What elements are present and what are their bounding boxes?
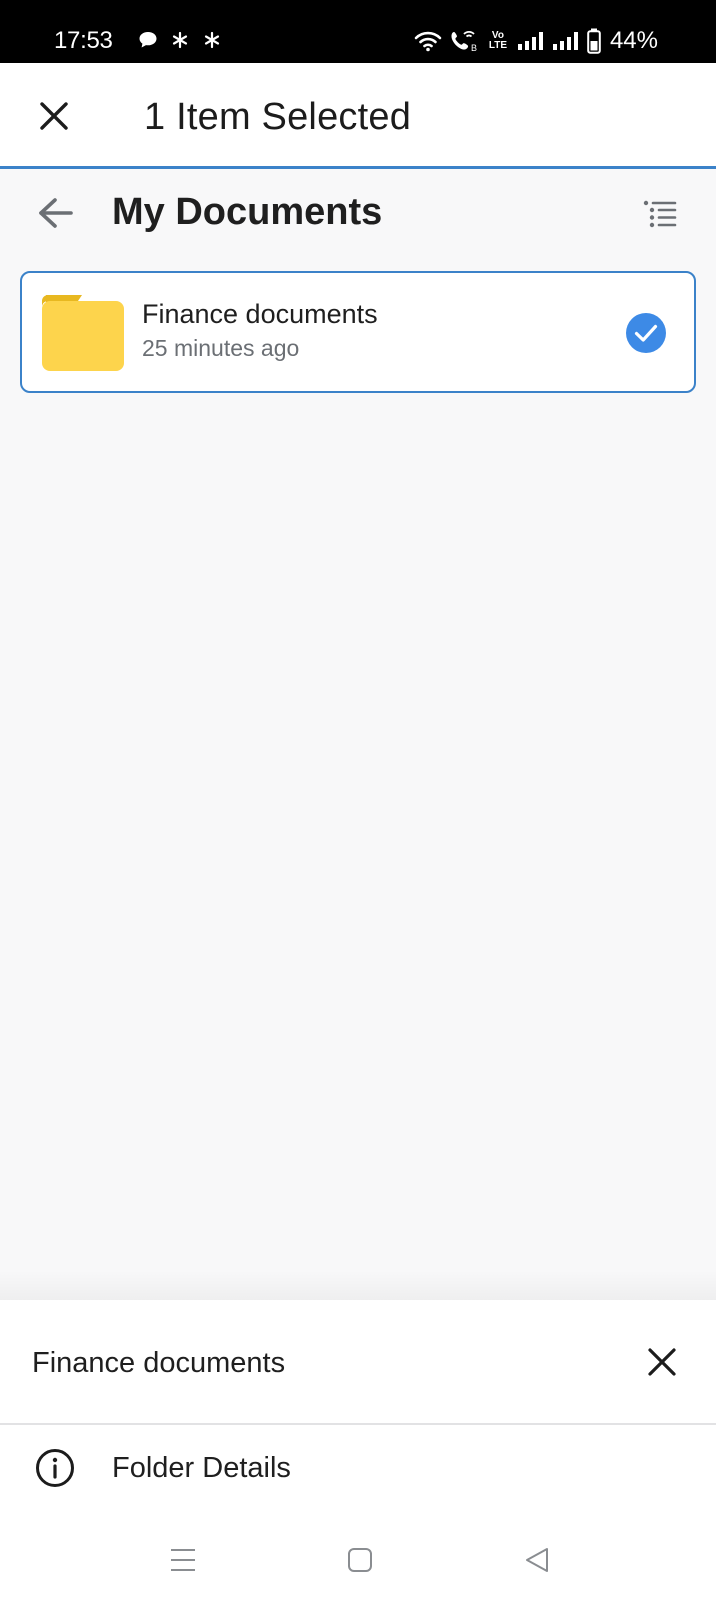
list-view-toggle-button[interactable] [640,197,680,231]
folder-name: Finance documents [142,299,378,329]
status-notification-icons [138,30,222,50]
list-item-folder[interactable]: Finance documents 25 minutes ago [20,271,696,393]
close-icon [40,102,68,130]
battery-percentage: 44% [609,27,658,54]
folder-details-label: Folder Details [112,1452,291,1484]
folder-details-option[interactable]: Folder Details [0,1426,716,1506]
close-selection-button[interactable] [34,96,74,136]
chat-bubble-icon [139,32,157,48]
selected-checkmark-icon[interactable] [626,313,666,353]
wifi-icon [414,31,442,52]
status-system-icons: B Vo LTE 44% [414,26,658,56]
close-sheet-button[interactable] [640,1340,684,1384]
divider [0,1423,716,1425]
folder-title: My Documents [112,191,383,233]
system-nav-bar [0,1520,716,1600]
info-icon [36,1449,74,1487]
selection-count-title: 1 Item Selected [144,96,412,138]
square-home-icon [348,1548,372,1572]
battery-icon [587,28,601,54]
folder-modified-time: 25 minutes ago [142,335,300,361]
recent-apps-button[interactable] [161,1538,205,1582]
wifi-calling-icon: B [451,31,477,53]
bottom-sheet-title: Finance documents [32,1347,286,1379]
close-icon [648,1348,676,1376]
asterisk-icon [204,31,220,49]
selection-header: 1 Item Selected [0,63,716,169]
menu-lines-icon [171,1549,195,1571]
triangle-back-icon [526,1548,548,1572]
bottom-sheet-shadow [0,1270,716,1300]
signal-strength-icon [517,32,543,50]
arrow-back-icon [39,198,73,228]
asterisk-icon [172,31,188,49]
system-back-button[interactable] [515,1538,559,1582]
volte-indicator: Vo LTE [488,30,508,51]
status-bar: 17:53 B Vo LTE 44% [0,0,716,63]
list-view-icon [643,200,677,228]
folder-icon [42,295,124,371]
svg-text:B: B [471,43,477,53]
signal-strength-icon [552,32,578,50]
home-button[interactable] [338,1538,382,1582]
status-time: 17:53 [54,27,113,54]
back-button[interactable] [34,191,78,235]
